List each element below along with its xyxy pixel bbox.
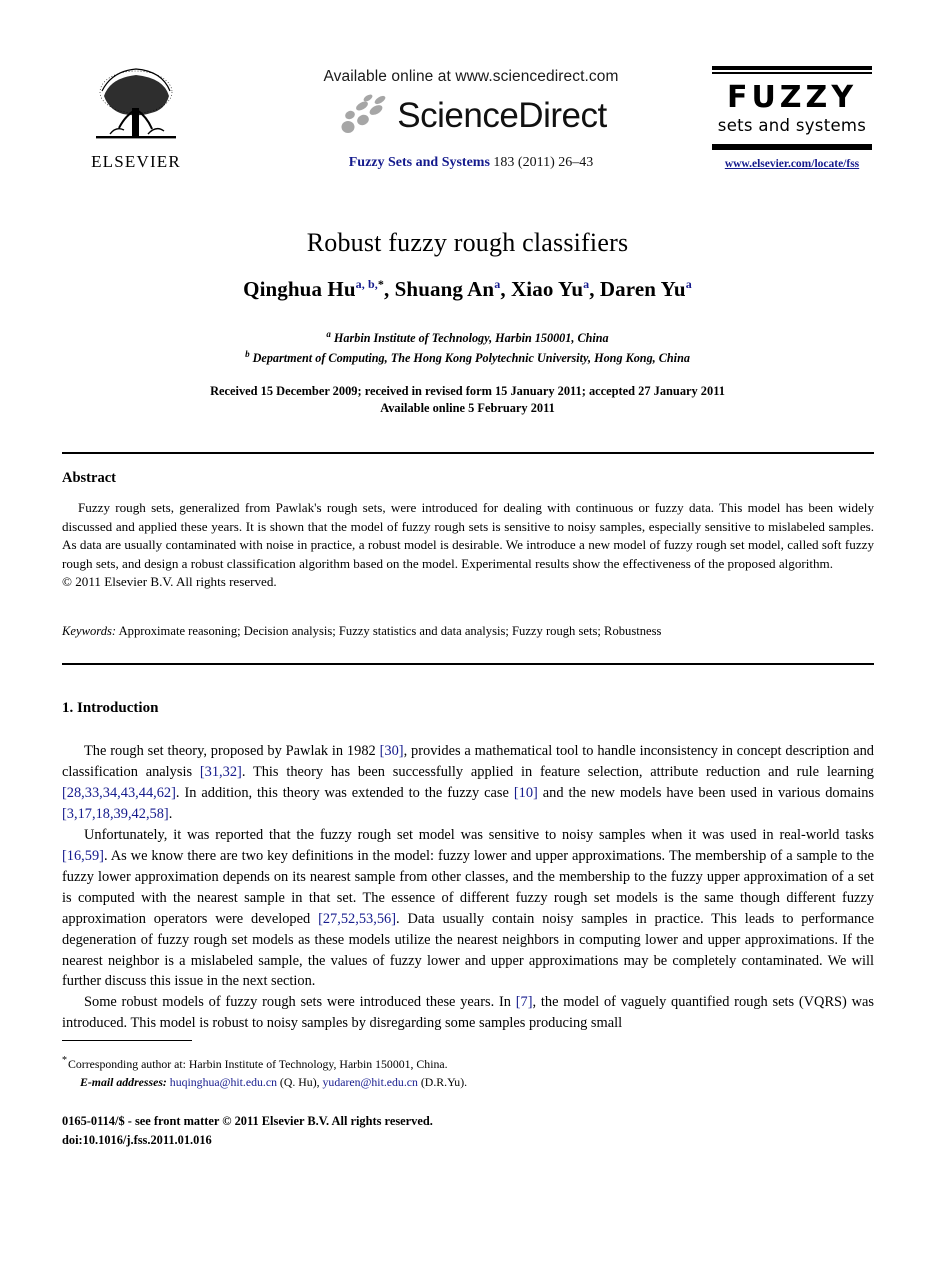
- author-name: Daren Yu: [599, 277, 686, 301]
- sciencedirect-wordmark: ScienceDirect: [397, 95, 607, 135]
- citation-link[interactable]: [7]: [516, 994, 533, 1010]
- citation-link[interactable]: [31,32]: [200, 764, 242, 780]
- masthead: ELSEVIER Available online at www.science…: [0, 48, 935, 203]
- author-name: Xiao Yu: [511, 277, 584, 301]
- email-addresses-label: E-mail addresses:: [80, 1074, 167, 1089]
- journal-citation-line: Fuzzy Sets and Systems 183 (2011) 26–43: [296, 155, 646, 171]
- logo-top-rule-thick: [712, 66, 872, 70]
- imprint-block: 0165-0114/$ - see front matter © 2011 El…: [62, 1112, 762, 1149]
- title-block: Robust fuzzy rough classifiers Qinghua H…: [0, 228, 935, 418]
- corresponding-author-marker: *: [377, 277, 384, 291]
- citation-link[interactable]: [10]: [514, 785, 538, 801]
- affiliation-list: a Harbin Institute of Technology, Harbin…: [0, 328, 935, 368]
- email-link[interactable]: huqinghua@hit.edu.cn: [170, 1075, 277, 1089]
- author-affiliation-marker: a, b,: [355, 277, 378, 291]
- available-online-line: Available online 5 February 2011: [380, 401, 555, 416]
- author-affiliation-marker: a: [685, 277, 692, 291]
- journal-url-link[interactable]: www.elsevier.com/locate/fss: [712, 158, 872, 170]
- affiliation-line: a Harbin Institute of Technology, Harbin…: [326, 329, 609, 346]
- available-online-text: Available online at www.sciencedirect.co…: [323, 68, 619, 85]
- author-name: Shuang An: [394, 277, 495, 301]
- keywords-bottom-rule: [62, 663, 874, 666]
- journal-name: Fuzzy Sets and Systems: [348, 155, 490, 170]
- paper-page: ELSEVIER Available online at www.science…: [0, 0, 935, 1266]
- abstract-heading: Abstract: [62, 470, 116, 486]
- abstract-top-rule: [62, 452, 874, 455]
- page-title: Robust fuzzy rough classifiers: [306, 228, 629, 257]
- elsevier-wordmark: ELSEVIER: [91, 152, 181, 171]
- elsevier-logo: ELSEVIER: [82, 66, 190, 172]
- received-line: Received 15 December 2009; received in r…: [210, 383, 725, 398]
- abstract-section: Abstract Fuzzy rough sets, generalized f…: [62, 470, 874, 592]
- email-addresses-values: huqinghua@hit.edu.cn (Q. Hu), yudaren@hi…: [169, 1074, 468, 1089]
- body-paragraph: Some robust models of fuzzy rough sets w…: [62, 994, 874, 1032]
- elsevier-tree-icon: [96, 68, 176, 139]
- author-list: Qinghua Hua, b,*, Shuang Ana, Xiao Yua, …: [243, 277, 692, 301]
- journal-logo-subtitle: sets and systems: [717, 115, 867, 135]
- citation-link[interactable]: [3,17,18,39,42,58]: [62, 806, 169, 822]
- affiliation-marker: a: [326, 329, 331, 339]
- citation-link[interactable]: [16,59]: [62, 848, 104, 864]
- journal-logo-title: FUZZY: [726, 80, 858, 115]
- section-heading-introduction: 1. Introduction: [62, 700, 159, 716]
- email-link[interactable]: yudaren@hit.edu.cn: [323, 1075, 418, 1089]
- issn-line: 0165-0114/$ - see front matter © 2011 El…: [62, 1114, 433, 1128]
- corresponding-author-note: *Corresponding author at: Harbin Institu…: [62, 1053, 762, 1074]
- body-paragraph: The rough set theory, proposed by Pawlak…: [62, 743, 874, 822]
- body-paragraph: Unfortunately, it was reported that the …: [62, 826, 874, 990]
- publication-dates: Received 15 December 2009; received in r…: [0, 383, 935, 419]
- footnote-separator-rule: [62, 1040, 192, 1042]
- corresponding-author-text: Corresponding author at: Harbin Institut…: [68, 1056, 448, 1071]
- journal-volume: 183 (2011) 26–43: [493, 155, 594, 170]
- abstract-copyright: © 2011 Elsevier B.V. All rights reserved…: [62, 574, 277, 590]
- citation-link[interactable]: [30]: [380, 743, 404, 759]
- journal-logo: FUZZY sets and systems www.elsevier.com/…: [712, 66, 872, 170]
- citation-link[interactable]: [27,52,53,56]: [318, 911, 396, 927]
- citation-link[interactable]: [28,33,34,43,44,62]: [62, 785, 176, 801]
- section-body-introduction: The rough set theory, proposed by Pawlak…: [62, 741, 874, 1034]
- author-affiliation-marker: a: [494, 277, 501, 291]
- author-name: Qinghua Hu: [243, 277, 356, 301]
- footnote-block: *Corresponding author at: Harbin Institu…: [62, 1053, 762, 1091]
- abstract-text: Fuzzy rough sets, generalized from Pawla…: [62, 500, 874, 571]
- doi-line: doi:10.1016/j.fss.2011.01.016: [62, 1132, 212, 1147]
- affiliation-line: b Department of Computing, The Hong Kong…: [245, 348, 690, 365]
- author-affiliation-marker: a: [583, 277, 590, 291]
- email-note: E-mail addresses: huqinghua@hit.edu.cn (…: [62, 1074, 762, 1092]
- logo-bottom-rule-thick: [712, 145, 872, 150]
- keywords-line: Keywords: Approximate reasoning; Decisio…: [62, 624, 874, 639]
- sciencedirect-block: Available online at www.sciencedirect.co…: [296, 68, 646, 137]
- sciencedirect-swoosh-icon: [341, 94, 386, 133]
- logo-top-rule-thin: [712, 72, 872, 74]
- keywords-label: Keywords:: [62, 624, 117, 638]
- keywords-values: Approximate reasoning; Decision analysis…: [118, 624, 662, 638]
- affiliation-marker: b: [245, 348, 250, 359]
